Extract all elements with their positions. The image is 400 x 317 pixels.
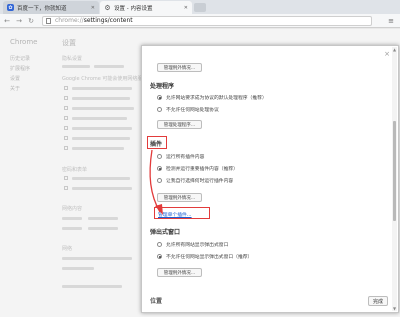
content-settings-dialog: × 管理例外情况… 处理程序 允许网站要求成为协议的默认处理程序（推荐） 不允许… bbox=[141, 45, 399, 313]
ghost-line bbox=[72, 87, 132, 90]
close-icon[interactable]: × bbox=[384, 50, 390, 58]
plugins-option-detect[interactable]: 检测并运行重要插件内容（推荐） bbox=[157, 165, 238, 172]
ghost-button bbox=[94, 65, 124, 68]
section-label: 隐私设置 bbox=[62, 56, 83, 62]
handlers-option-deny[interactable]: 不允许任何网站处理协议 bbox=[157, 106, 219, 113]
ghost-dropdown bbox=[88, 217, 118, 220]
option-label: 不允许任何网站显示弹出式窗口（推荐） bbox=[166, 255, 253, 260]
tab-baidu[interactable]: ✿ 百度一下，你就知道 ✕ bbox=[3, 1, 99, 14]
popups-option-allow[interactable]: 允许所有网站显示弹出式窗口 bbox=[157, 241, 228, 248]
tab-title: 百度一下，你就知道 bbox=[17, 5, 67, 12]
radio-icon[interactable] bbox=[157, 242, 162, 247]
tab-title: 设置 - 内容设置 bbox=[114, 5, 153, 12]
menu-icon[interactable]: ≡ bbox=[388, 17, 394, 25]
plugins-section-title: 插件 bbox=[150, 141, 163, 148]
ghost-checkbox bbox=[64, 146, 68, 150]
manage-exceptions-button[interactable]: 管理例外情况… bbox=[157, 63, 202, 72]
page-icon bbox=[46, 17, 51, 24]
ghost-line bbox=[72, 107, 134, 110]
option-label: 允许所有网站显示弹出式窗口 bbox=[166, 243, 229, 248]
ghost-line bbox=[72, 187, 132, 190]
ghost-line bbox=[62, 227, 82, 230]
back-icon[interactable]: ← bbox=[2, 17, 12, 25]
ghost-checkbox bbox=[64, 186, 68, 190]
ghost-line bbox=[72, 137, 130, 140]
sidebar-item-extensions[interactable]: 扩展程序 bbox=[10, 65, 30, 72]
radio-icon[interactable] bbox=[157, 154, 162, 159]
scrollbar-thumb[interactable] bbox=[393, 121, 396, 221]
gear-icon: ⚙ bbox=[104, 3, 111, 12]
tab-close-icon[interactable]: ✕ bbox=[91, 5, 95, 11]
ghost-checkbox bbox=[64, 176, 68, 180]
manage-individual-plugins-link[interactable]: 管理单个插件… bbox=[158, 211, 192, 218]
ghost-dropdown bbox=[88, 227, 118, 230]
ghost-checkbox bbox=[64, 126, 68, 130]
ghost-checkbox bbox=[64, 96, 68, 100]
popups-option-block[interactable]: 不允许任何网站显示弹出式窗口（推荐） bbox=[157, 253, 252, 260]
sidebar-title: Chrome bbox=[10, 38, 38, 46]
ghost-button bbox=[62, 267, 94, 270]
forward-icon[interactable]: → bbox=[14, 17, 24, 25]
reload-icon[interactable]: ↻ bbox=[26, 17, 36, 25]
dialog-scrollbar[interactable]: ▲ ▼ bbox=[392, 47, 397, 311]
baidu-paw-icon: ✿ bbox=[7, 4, 14, 11]
ghost-line bbox=[72, 127, 132, 130]
sidebar-item-settings[interactable]: 设置 bbox=[10, 75, 20, 82]
option-label: 运行所有插件内容 bbox=[166, 155, 205, 160]
section-label: 密码和表单 bbox=[62, 167, 88, 173]
url-host: chrome:// bbox=[55, 17, 84, 24]
ghost-line bbox=[62, 285, 122, 288]
section-label: 网络内容 bbox=[62, 206, 83, 212]
ghost-checkbox bbox=[64, 86, 68, 90]
option-label: 检测并运行重要插件内容（推荐） bbox=[166, 167, 238, 172]
scroll-up-icon[interactable]: ▲ bbox=[392, 47, 397, 52]
new-tab-button[interactable] bbox=[194, 3, 206, 12]
option-label: 允许网站要求成为协议的默认处理程序（推荐） bbox=[166, 96, 267, 101]
ghost-line bbox=[72, 97, 130, 100]
ghost-checkbox bbox=[64, 116, 68, 120]
scroll-down-icon[interactable]: ▼ bbox=[392, 306, 397, 311]
popups-section-title: 弹出式窗口 bbox=[150, 229, 181, 236]
popups-manage-exceptions-button[interactable]: 管理例外情况… bbox=[157, 268, 202, 277]
ghost-checkbox bbox=[64, 106, 68, 110]
url-path: settings/content bbox=[83, 17, 133, 24]
ghost-line bbox=[62, 217, 82, 220]
plugins-manage-exceptions-button[interactable]: 管理例外情况… bbox=[157, 193, 202, 202]
option-label: 不允许任何网站处理协议 bbox=[166, 108, 219, 113]
plugins-option-run-all[interactable]: 运行所有插件内容 bbox=[157, 153, 204, 160]
manage-handlers-button[interactable]: 管理处理程序… bbox=[157, 120, 202, 129]
option-label: 让我自行选择何时运行插件内容 bbox=[166, 179, 234, 184]
radio-icon[interactable] bbox=[157, 107, 162, 112]
radio-selected-icon[interactable] bbox=[157, 254, 162, 259]
tab-strip: ✿ 百度一下，你就知道 ✕ ⚙ 设置 - 内容设置 ✕ bbox=[0, 0, 400, 14]
done-button[interactable]: 完成 bbox=[368, 296, 388, 306]
radio-selected-icon[interactable] bbox=[157, 95, 162, 100]
ghost-line bbox=[62, 257, 132, 260]
radio-selected-icon[interactable] bbox=[157, 166, 162, 171]
plugins-option-ask[interactable]: 让我自行选择何时运行插件内容 bbox=[157, 177, 233, 184]
sidebar-item-history[interactable]: 历史记录 bbox=[10, 55, 30, 62]
tab-settings[interactable]: ⚙ 设置 - 内容设置 ✕ bbox=[100, 1, 192, 14]
handlers-option-allow[interactable]: 允许网站要求成为协议的默认处理程序（推荐） bbox=[157, 94, 267, 101]
ghost-line bbox=[72, 147, 124, 150]
page-title: 设置 bbox=[62, 39, 76, 47]
sidebar-item-about[interactable]: 关于 bbox=[10, 85, 20, 92]
ghost-checkbox bbox=[64, 136, 68, 140]
ghost-line bbox=[72, 117, 127, 120]
handlers-section-title: 处理程序 bbox=[150, 83, 175, 90]
radio-icon[interactable] bbox=[157, 178, 162, 183]
address-bar[interactable]: chrome:// settings/content bbox=[42, 15, 372, 26]
tab-close-icon[interactable]: ✕ bbox=[184, 5, 188, 11]
ghost-button bbox=[62, 65, 90, 68]
section-label: 网络 bbox=[62, 246, 73, 252]
browser-toolbar: ← → ↻ chrome:// settings/content ≡ bbox=[0, 14, 400, 28]
ghost-line bbox=[72, 177, 130, 180]
location-section-title: 位置 bbox=[150, 298, 163, 305]
